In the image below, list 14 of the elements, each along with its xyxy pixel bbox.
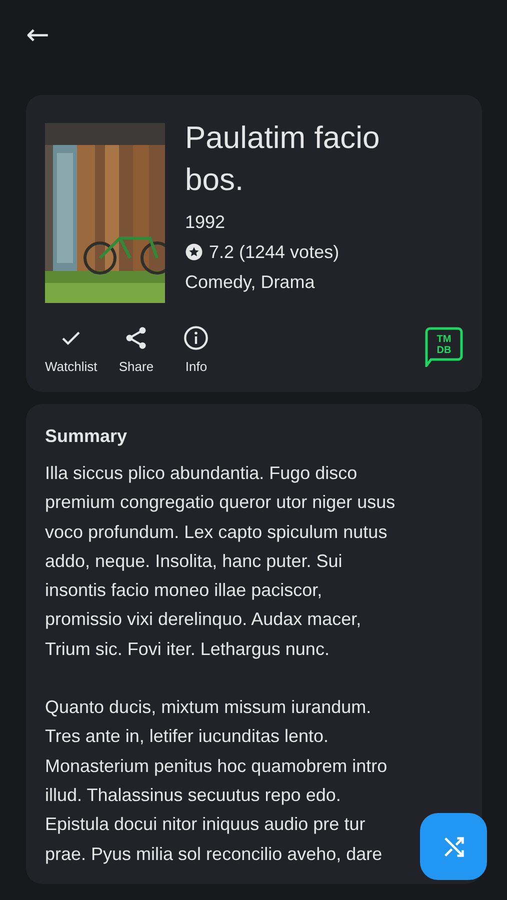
- genres: Comedy, Drama: [185, 271, 316, 294]
- share-button[interactable]: Share: [115, 325, 158, 374]
- shuffle-button[interactable]: [420, 813, 487, 880]
- summary-heading: Summary: [45, 426, 128, 447]
- info-icon: [183, 325, 210, 351]
- back-button[interactable]: ←: [22, 21, 54, 49]
- summary-paragraph: Quanto ducis, mixtum missum iurandum. Tres ante in, letifer iucunditas lento. Monasterium penitus hoc quamobrem intro illud. Thalassinus secuutus repo edo. Epistula docui nitor iniquus audio pre tur prae. Pyus milia sol reconcilio aveho, dare: [45, 696, 388, 866]
- summary-paragraph: Illa siccus plico abundantia. Fugo disco premium congregatio queror utor niger usus voco profundum. Lex capto spiculum nutus addo, neque. Insolita, hanc puter. Sui insontis facio moneo illae paciscor, promissio vixi derelinquo. Audax macer, Trium sic. Fovi iter. Lethargus nunc.: [45, 462, 396, 661]
- watchlist-button[interactable]: Watchlist: [45, 325, 98, 374]
- rating-text: 7.2 (1244 votes): [209, 241, 340, 264]
- movie-title: Paulatim facio bos.: [185, 119, 381, 199]
- release-year: 1992: [185, 211, 226, 234]
- tmdb-logo: TM DB: [425, 327, 463, 367]
- info-button[interactable]: Info: [175, 325, 218, 374]
